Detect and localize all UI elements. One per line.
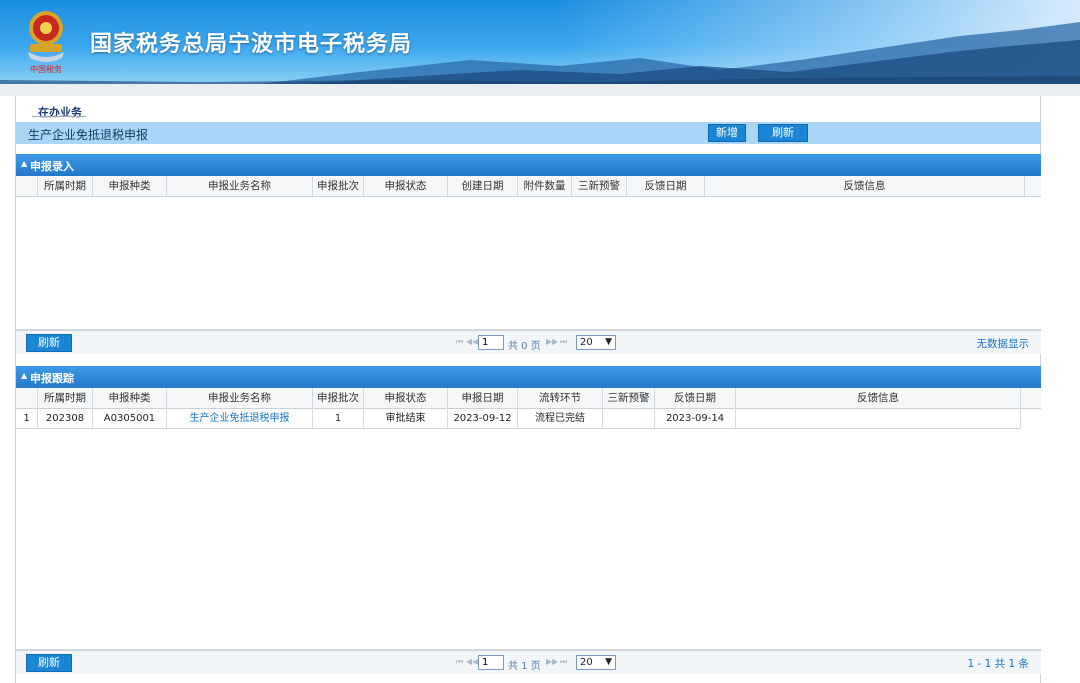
column-header[interactable]: 申报日期 — [448, 388, 518, 409]
entry-grid-footer: 刷新 ⏮ ◀◀ 共 0 页 ▶▶ ⏭ 20 ▼ 无数据显示 — [16, 330, 1041, 354]
prev-page-icon[interactable]: ◀◀ — [466, 337, 478, 346]
track-grid-footer: 刷新 ⏮ ◀◀ 共 1 页 ▶▶ ⏭ 20 ▼ 1 - 1 共 1 条 — [16, 650, 1041, 674]
page-size-value: 20 — [580, 337, 593, 348]
svg-text:中国税务: 中国税务 — [30, 64, 62, 74]
site-title: 国家税务总局宁波市电子税务局 — [90, 32, 413, 57]
page-number-input[interactable] — [478, 655, 504, 670]
page-count-text: 共 0 页 — [508, 341, 541, 352]
entry-grid: 所属时期 申报种类 申报业务名称 申报批次 申报状态 创建日期 附件数量 三新预… — [16, 176, 1041, 330]
column-header[interactable]: 反馈日期 — [627, 176, 705, 197]
batch-cell: 1 — [313, 409, 364, 429]
refresh-button[interactable]: 刷新 — [758, 124, 808, 142]
entry-section-header[interactable]: ▲ 申报录入 — [16, 154, 1041, 176]
page-size-value: 20 — [580, 657, 593, 668]
next-page-icon[interactable]: ▶▶ — [546, 657, 558, 666]
column-header[interactable]: 申报业务名称 — [167, 176, 313, 197]
column-header[interactable]: 反馈信息 — [736, 388, 1021, 409]
entry-refresh-button[interactable]: 刷新 — [26, 334, 72, 352]
main-panel: 在办业务 生产企业免抵退税申报 新增 刷新 ▲ 申报录入 所属时期 申报种类 申… — [15, 96, 1041, 683]
new-button[interactable]: 新增 — [708, 124, 746, 142]
column-header[interactable]: 附件数量 — [518, 176, 572, 197]
business-titlebar: 生产企业免抵退税申报 新增 刷新 — [16, 122, 1041, 144]
row-number-header — [16, 176, 38, 197]
column-header[interactable]: 申报状态 — [364, 176, 448, 197]
tax-emblem-icon: 中国税务 — [28, 11, 64, 74]
header-divider — [0, 84, 1080, 96]
page-size-select[interactable]: 20 ▼ — [576, 655, 616, 670]
column-header[interactable]: 申报种类 — [93, 388, 167, 409]
entry-summary: 无数据显示 — [976, 338, 1030, 350]
column-header[interactable]: 创建日期 — [448, 176, 518, 197]
chevron-down-icon: ▼ — [605, 337, 612, 347]
last-page-icon[interactable]: ⏭ — [560, 337, 567, 347]
track-summary: 1 - 1 共 1 条 — [967, 658, 1029, 670]
warning-cell — [603, 409, 655, 429]
chevron-down-icon: ▼ — [605, 657, 612, 667]
column-header[interactable]: 申报种类 — [93, 176, 167, 197]
column-header[interactable]: 申报批次 — [313, 388, 364, 409]
column-header[interactable]: 所属时期 — [38, 176, 93, 197]
breadcrumb-underline — [32, 116, 86, 117]
column-header[interactable]: 申报业务名称 — [167, 388, 313, 409]
flow-cell: 流程已完结 — [518, 409, 603, 429]
track-refresh-button[interactable]: 刷新 — [26, 654, 72, 672]
column-header[interactable]: 三新预警 — [603, 388, 655, 409]
column-header[interactable]: 流转环节 — [518, 388, 603, 409]
entry-grid-header: 所属时期 申报种类 申报业务名称 申报批次 申报状态 创建日期 附件数量 三新预… — [16, 176, 1041, 197]
next-page-icon[interactable]: ▶▶ — [546, 337, 558, 346]
track-grid-header: 所属时期 申报种类 申报业务名称 申报批次 申报状态 申报日期 流转环节 三新预… — [16, 388, 1041, 409]
first-page-icon[interactable]: ⏮ — [456, 337, 463, 347]
page-count-text: 共 1 页 — [508, 661, 541, 672]
collapse-arrow-icon[interactable]: ▲ — [21, 159, 27, 168]
column-header[interactable]: 申报状态 — [364, 388, 448, 409]
declare-date-cell: 2023-09-12 — [448, 409, 518, 429]
page-number-input[interactable] — [478, 335, 504, 350]
first-page-icon[interactable]: ⏮ — [456, 657, 463, 667]
business-name-link[interactable]: 生产企业免抵退税申报 — [167, 409, 313, 429]
feedback-date-cell: 2023-09-14 — [655, 409, 736, 429]
site-banner: 中国税务 国家税务总局宁波市电子税务局 — [0, 0, 1080, 84]
status-cell: 审批结束 — [364, 409, 448, 429]
prev-page-icon[interactable]: ◀◀ — [466, 657, 478, 666]
period-cell: 202308 — [38, 409, 93, 429]
column-header[interactable]: 申报批次 — [313, 176, 364, 197]
column-header[interactable]: 所属时期 — [38, 388, 93, 409]
table-row[interactable]: 1 202308 A0305001 生产企业免抵退税申报 1 审批结束 2023… — [16, 409, 1021, 429]
row-index: 1 — [16, 409, 38, 429]
track-grid: 所属时期 申报种类 申报业务名称 申报批次 申报状态 申报日期 流转环节 三新预… — [16, 388, 1041, 650]
track-section-header[interactable]: ▲ 申报跟踪 — [16, 366, 1041, 388]
breadcrumb[interactable]: 在办业务 — [38, 104, 82, 120]
kind-cell: A0305001 — [93, 409, 167, 429]
track-section-title: 申报跟踪 — [30, 372, 74, 385]
collapse-arrow-icon[interactable]: ▲ — [21, 371, 27, 380]
column-header[interactable]: 反馈信息 — [705, 176, 1025, 197]
row-number-header — [16, 388, 38, 409]
column-header[interactable]: 三新预警 — [572, 176, 627, 197]
business-title: 生产企业免抵退税申报 — [28, 128, 149, 142]
page-size-select[interactable]: 20 ▼ — [576, 335, 616, 350]
last-page-icon[interactable]: ⏭ — [560, 657, 567, 667]
feedback-info-cell — [736, 409, 1021, 429]
column-header[interactable]: 反馈日期 — [655, 388, 736, 409]
entry-section-title: 申报录入 — [30, 160, 74, 173]
